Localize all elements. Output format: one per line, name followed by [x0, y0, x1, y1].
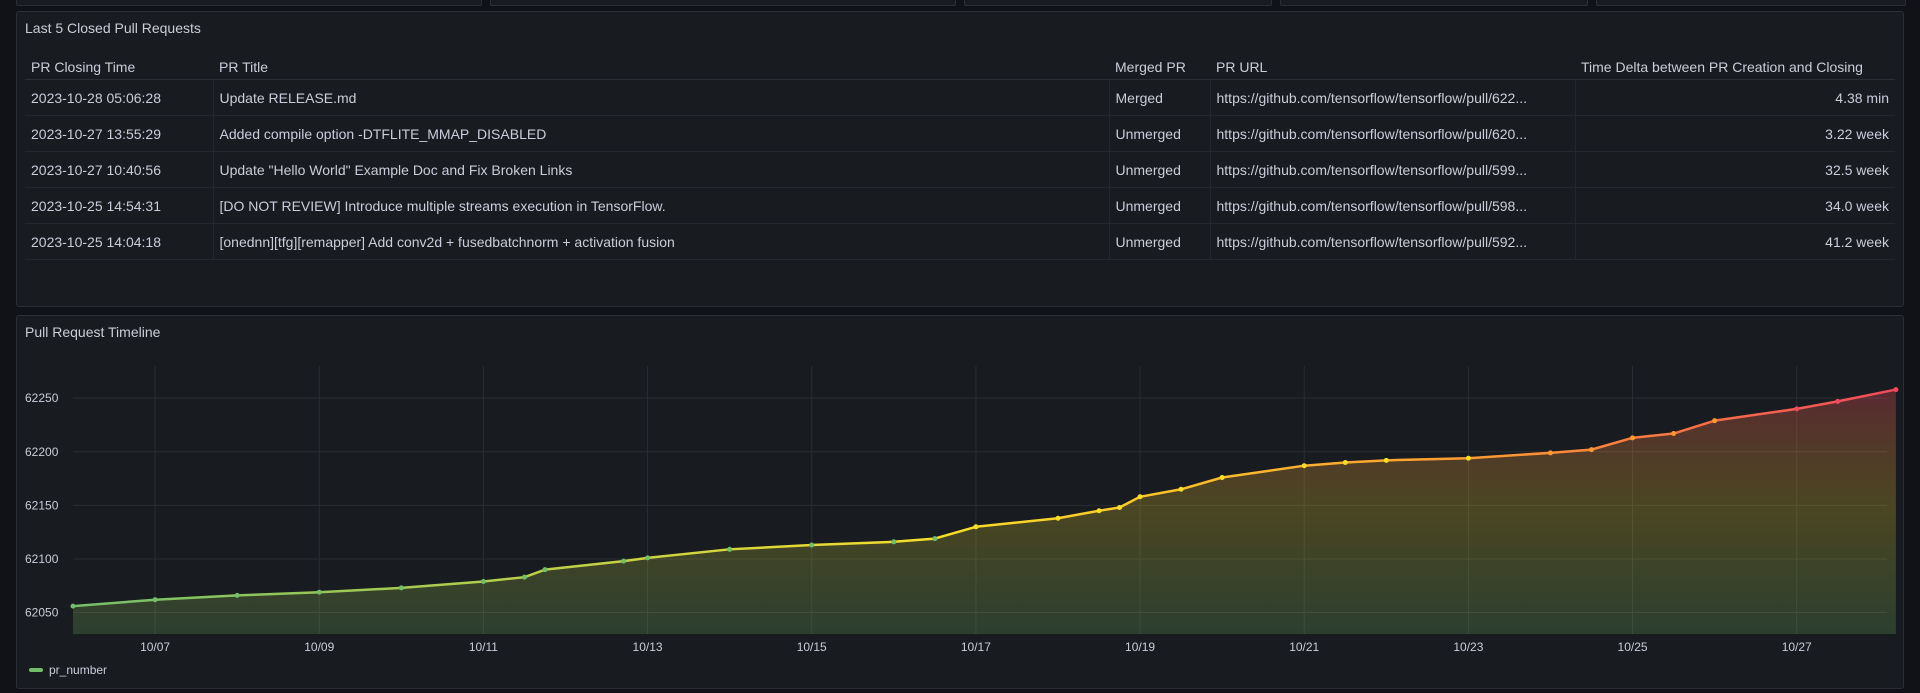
timeline-chart[interactable]: 62050 62100 62150 62200 62250 10/07 10/09 10/11… — [17, 316, 1903, 656]
data-point[interactable] — [1219, 474, 1225, 480]
x-tick-label: 10/27 — [1782, 640, 1812, 654]
data-point[interactable] — [521, 574, 527, 580]
column-header-url[interactable]: PR URL — [1210, 55, 1575, 80]
cell-url[interactable]: https://github.com/tensorflow/tensorflow… — [1210, 79, 1576, 116]
data-point[interactable] — [234, 592, 240, 598]
x-tick-label: 10/11 — [469, 640, 498, 654]
cell-merged: Unmerged — [1109, 151, 1211, 188]
x-tick-label: 10/07 — [140, 640, 170, 654]
cell-url[interactable]: https://github.com/tensorflow/tensorflow… — [1210, 115, 1576, 152]
data-point[interactable] — [1589, 447, 1595, 453]
data-point[interactable] — [1301, 463, 1307, 469]
table-row: 2023-10-27 10:40:56 Update "Hello World"… — [25, 151, 1895, 188]
cell-merged: Merged — [1109, 79, 1211, 116]
cell-closing-time: 2023-10-25 14:54:31 — [25, 187, 214, 224]
y-tick-label: 62200 — [25, 445, 59, 459]
data-point[interactable] — [1465, 455, 1471, 461]
cell-closing-time: 2023-10-28 05:06:28 — [25, 79, 214, 116]
panel-stub-2 — [490, 0, 956, 6]
x-tick-label: 10/15 — [797, 640, 827, 654]
closed-prs-panel: Last 5 Closed Pull Requests PR Closing T… — [16, 11, 1904, 307]
panel-stub-5 — [1596, 0, 1906, 6]
data-point[interactable] — [1547, 450, 1553, 456]
data-point[interactable] — [70, 603, 76, 609]
data-point[interactable] — [1712, 418, 1718, 424]
data-point[interactable] — [727, 546, 733, 552]
data-point[interactable] — [932, 536, 938, 542]
x-tick-label: 10/25 — [1618, 640, 1648, 654]
cell-url[interactable]: https://github.com/tensorflow/tensorflow… — [1210, 151, 1576, 188]
x-tick-label: 10/17 — [961, 640, 991, 654]
y-tick-label: 62050 — [25, 606, 59, 620]
cell-merged: Unmerged — [1109, 187, 1211, 224]
data-point[interactable] — [1835, 398, 1841, 404]
data-point[interactable] — [152, 597, 158, 603]
cell-time-delta: 41.2 week — [1575, 223, 1895, 260]
panel-title[interactable]: Last 5 Closed Pull Requests — [25, 20, 201, 36]
data-point[interactable] — [542, 567, 548, 573]
cell-url[interactable]: https://github.com/tensorflow/tensorflow… — [1210, 187, 1576, 224]
cell-time-delta: 32.5 week — [1575, 151, 1895, 188]
cell-title: Update RELEASE.md — [213, 79, 1110, 116]
cell-merged: Unmerged — [1109, 223, 1211, 260]
cell-title: [DO NOT REVIEW] Introduce multiple strea… — [213, 187, 1110, 224]
cell-time-delta: 34.0 week — [1575, 187, 1895, 224]
pr-table: PR Closing Time PR Title Merged PR PR UR… — [25, 55, 1895, 260]
cell-time-delta: 3.22 week — [1575, 115, 1895, 152]
data-point[interactable] — [1630, 435, 1636, 441]
table-row: 2023-10-25 14:04:18 [onednn][tfg][remapp… — [25, 223, 1895, 260]
table-row: 2023-10-27 13:55:29 Added compile option… — [25, 115, 1895, 152]
panel-stub-4 — [1280, 0, 1588, 6]
cell-title: Added compile option -DTFLITE_MMAP_DISAB… — [213, 115, 1110, 152]
data-point[interactable] — [1383, 457, 1389, 463]
x-tick-label: 10/09 — [304, 640, 334, 654]
y-tick-label: 62100 — [25, 552, 59, 566]
data-point[interactable] — [1137, 494, 1143, 500]
data-point[interactable] — [1055, 515, 1061, 521]
data-point[interactable] — [316, 589, 322, 595]
data-point[interactable] — [1342, 459, 1348, 465]
data-point[interactable] — [1096, 508, 1102, 514]
data-point[interactable] — [973, 524, 979, 530]
series-area — [73, 389, 1896, 634]
panel-stub-1 — [16, 0, 482, 6]
table-row: 2023-10-28 05:06:28 Update RELEASE.md Me… — [25, 79, 1895, 116]
column-header-time-delta[interactable]: Time Delta between PR Creation and Closi… — [1575, 55, 1895, 80]
y-tick-label: 62250 — [25, 391, 59, 405]
data-point[interactable] — [1671, 431, 1677, 437]
cell-closing-time: 2023-10-27 10:40:56 — [25, 151, 214, 188]
x-tick-label: 10/23 — [1453, 640, 1483, 654]
column-header-title[interactable]: PR Title — [213, 55, 1109, 80]
data-point[interactable] — [1178, 486, 1184, 492]
data-point[interactable] — [1794, 406, 1800, 412]
table-header-row: PR Closing Time PR Title Merged PR PR UR… — [25, 55, 1895, 80]
panel-stub-3 — [964, 0, 1272, 6]
x-tick-label: 10/21 — [1289, 640, 1319, 654]
data-point[interactable] — [645, 555, 651, 561]
cell-title: Update "Hello World" Example Doc and Fix… — [213, 151, 1110, 188]
timeline-panel: Pull Request Timeline 62050 62100 62150 622… — [16, 315, 1904, 689]
data-point[interactable] — [1117, 505, 1123, 511]
chart-legend[interactable]: pr_number — [29, 663, 107, 677]
cell-title: [onednn][tfg][remapper] Add conv2d + fus… — [213, 223, 1110, 260]
cell-time-delta: 4.38 min — [1575, 79, 1895, 116]
cell-merged: Unmerged — [1109, 115, 1211, 152]
cell-closing-time: 2023-10-25 14:04:18 — [25, 223, 214, 260]
data-point[interactable] — [398, 585, 404, 591]
column-header-merged[interactable]: Merged PR — [1109, 55, 1210, 80]
x-tick-label: 10/19 — [1125, 640, 1155, 654]
data-point[interactable] — [480, 578, 486, 584]
legend-label: pr_number — [49, 663, 108, 677]
cell-closing-time: 2023-10-27 13:55:29 — [25, 115, 214, 152]
data-point[interactable] — [621, 558, 627, 564]
cell-url[interactable]: https://github.com/tensorflow/tensorflow… — [1210, 223, 1576, 260]
data-point[interactable] — [809, 542, 815, 548]
y-tick-label: 62150 — [25, 498, 59, 512]
data-point[interactable] — [891, 539, 897, 545]
column-header-closing-time[interactable]: PR Closing Time — [25, 55, 213, 80]
legend-swatch-icon — [29, 668, 43, 672]
table-row: 2023-10-25 14:54:31 [DO NOT REVIEW] Intr… — [25, 187, 1895, 224]
x-tick-label: 10/13 — [633, 640, 663, 654]
data-point[interactable] — [1893, 387, 1899, 393]
